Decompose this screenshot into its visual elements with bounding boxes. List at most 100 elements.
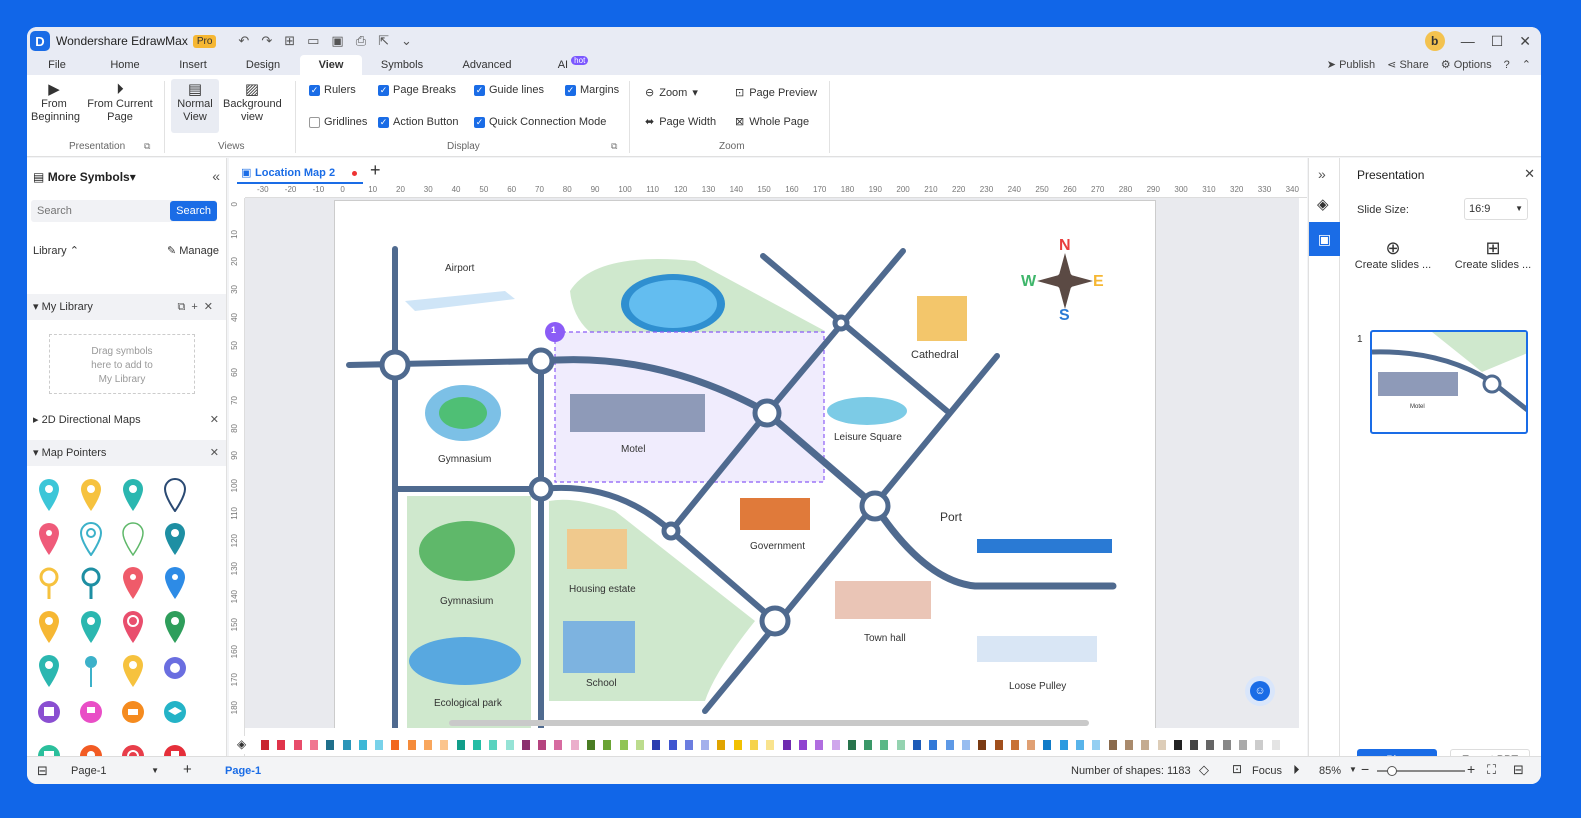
graduation-pin-icon[interactable]	[163, 698, 187, 732]
chevron-down-icon[interactable]: ▼	[1349, 765, 1357, 774]
color-swatch[interactable]	[1255, 740, 1264, 750]
color-swatch[interactable]	[750, 740, 758, 750]
color-swatch[interactable]	[1173, 740, 1182, 750]
tab-advanced[interactable]: Advanced	[459, 55, 515, 75]
color-swatch[interactable]	[1027, 740, 1036, 750]
background-view-button[interactable]: ▨ Background view	[223, 82, 282, 124]
tab-symbols[interactable]: Symbols	[377, 55, 427, 75]
color-swatch[interactable]	[929, 740, 938, 750]
tab-design[interactable]: Design	[241, 55, 285, 75]
map-pin-icon[interactable]	[121, 522, 145, 556]
color-swatch[interactable]	[1076, 740, 1084, 750]
page-panel-icon[interactable]: ⊟	[37, 763, 48, 779]
map-pin-icon[interactable]	[79, 522, 103, 556]
color-swatch[interactable]	[342, 740, 351, 750]
maximize-icon[interactable]: ☐	[1491, 33, 1504, 50]
ai-assistant-button[interactable]: ☺	[1245, 676, 1275, 706]
zoom-dropdown[interactable]: ⊖ Zoom ▾	[645, 86, 698, 100]
color-swatch[interactable]	[1157, 740, 1166, 750]
focus-icon[interactable]: ⊡	[1232, 762, 1242, 776]
color-swatch[interactable]	[1222, 740, 1231, 750]
color-swatch[interactable]	[635, 740, 644, 750]
color-swatch[interactable]	[1190, 740, 1199, 750]
rulers-checkbox[interactable]: ✓ Rulers	[309, 84, 356, 96]
color-swatch[interactable]	[733, 740, 742, 750]
group-expand-icon[interactable]: ⧉	[611, 141, 617, 152]
color-swatch[interactable]	[684, 740, 693, 750]
color-swatch[interactable]	[1010, 740, 1019, 750]
map-pin-icon[interactable]	[163, 654, 187, 688]
map-pin-icon[interactable]	[37, 478, 61, 512]
my-library-section[interactable]: ▾ My Library ⧉+✕	[27, 294, 226, 320]
color-swatch[interactable]	[1092, 740, 1101, 750]
more-symbols-header[interactable]: ▤ More Symbols▾	[33, 170, 136, 184]
map-pin-icon[interactable]	[121, 654, 145, 688]
color-swatch[interactable]	[1141, 740, 1150, 750]
color-swatch[interactable]	[472, 740, 481, 750]
guide-lines-checkbox[interactable]: ✓ Guide lines	[474, 84, 544, 96]
paint-bucket-icon[interactable]: ◈	[1317, 195, 1329, 213]
slide-size-select[interactable]: 16:9 ▼	[1464, 198, 1528, 220]
map-page[interactable]: Airport Gymnasium Motel Leisure Square C…	[334, 200, 1156, 728]
help-icon[interactable]: ?	[1504, 55, 1510, 75]
map-pointers-section[interactable]: ▾ Map Pointers ✕	[27, 440, 226, 466]
taxi-pin-icon[interactable]	[121, 698, 145, 732]
publish-button[interactable]: ➤ Publish	[1327, 55, 1375, 75]
group-expand-icon[interactable]: ⧉	[144, 141, 150, 152]
undo-icon[interactable]: ↶	[238, 33, 249, 49]
drawing-board[interactable]: Airport Gymnasium Motel Leisure Square C…	[245, 198, 1299, 728]
color-swatch[interactable]	[668, 740, 677, 750]
manage-button[interactable]: ✎ Manage	[167, 238, 219, 264]
library-toggle[interactable]: Library ⌃	[33, 245, 79, 257]
redo-icon[interactable]: ↷	[261, 33, 272, 49]
new-icon[interactable]: ⊞	[284, 33, 295, 49]
color-swatch[interactable]	[831, 740, 840, 750]
color-swatch[interactable]	[603, 740, 612, 750]
close-icon[interactable]: ✕	[210, 407, 219, 433]
zoom-out-icon[interactable]: −	[1361, 761, 1369, 777]
add-icon[interactable]: +	[191, 301, 203, 313]
flag-pin-icon[interactable]	[163, 742, 187, 756]
color-swatch[interactable]	[326, 740, 335, 750]
zoom-value[interactable]: 85%	[1319, 765, 1341, 777]
color-swatch[interactable]	[1108, 740, 1117, 750]
more-chevron-icon[interactable]: ⌄	[401, 33, 412, 49]
fullscreen-icon[interactable]: ⊟	[1513, 762, 1524, 778]
color-swatch[interactable]	[619, 740, 628, 750]
add-page-icon[interactable]: +	[183, 761, 192, 778]
avatar[interactable]: b	[1424, 31, 1445, 51]
color-swatch[interactable]	[652, 740, 661, 750]
document-tab[interactable]: ▣ Location Map 2	[237, 162, 363, 184]
color-swatch[interactable]	[407, 740, 416, 750]
color-swatch[interactable]	[1239, 740, 1247, 750]
share-button[interactable]: ⋖ Share	[1387, 55, 1429, 75]
color-swatch[interactable]	[505, 740, 514, 750]
color-swatch[interactable]	[717, 740, 726, 750]
fill-bucket-icon[interactable]: ◈	[237, 737, 246, 751]
my-library-drop-zone[interactable]: Drag symbols here to add to My Library	[49, 334, 195, 394]
color-swatch[interactable]	[587, 740, 595, 750]
from-current-page-button[interactable]: ⏵ From Current Page	[87, 82, 153, 124]
tab-file[interactable]: File	[37, 55, 77, 75]
search-input[interactable]	[31, 200, 161, 222]
color-swatch[interactable]	[896, 740, 905, 750]
color-swatch[interactable]	[864, 740, 873, 750]
tab-view[interactable]: View	[300, 55, 362, 75]
color-swatch[interactable]	[309, 740, 318, 750]
color-swatch[interactable]	[701, 740, 710, 750]
train-pin-icon[interactable]	[37, 742, 61, 756]
map-pin-icon[interactable]	[121, 478, 145, 512]
flag-pin-icon[interactable]	[79, 698, 103, 732]
gridlines-checkbox[interactable]: Gridlines	[309, 116, 367, 128]
page-tab[interactable]: Page-1	[225, 765, 261, 777]
search-button[interactable]: Search	[170, 201, 217, 221]
map-pin-icon[interactable]	[163, 566, 187, 600]
slide-thumbnail[interactable]: Motel	[1370, 330, 1528, 434]
color-swatch[interactable]	[815, 740, 824, 750]
color-swatch[interactable]	[880, 740, 889, 750]
presentation-icon[interactable]: ▣	[1309, 222, 1340, 256]
color-swatch[interactable]	[440, 740, 449, 750]
map-pin-icon[interactable]	[37, 654, 61, 688]
page-select[interactable]: Page-1 ▼	[67, 762, 159, 780]
margins-checkbox[interactable]: ✓ Margins	[565, 84, 619, 96]
